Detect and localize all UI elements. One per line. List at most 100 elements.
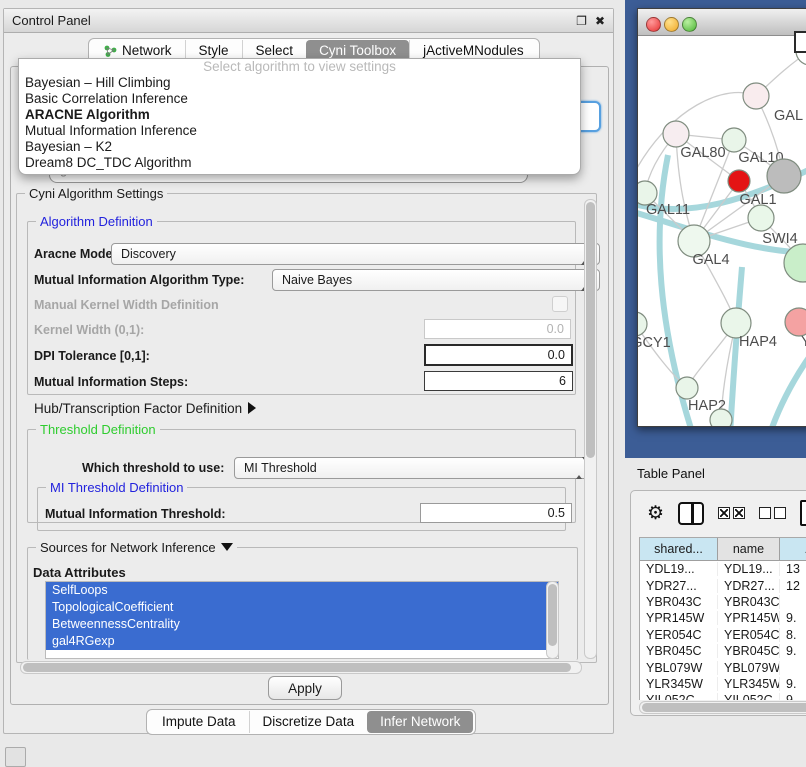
mi-type-value: Naive Bayes [282, 273, 352, 287]
mi-steps-label: Mutual Information Steps: [34, 375, 188, 389]
table-row[interactable]: YBL079W YBL079W [640, 659, 806, 675]
close-icon[interactable]: ✖ [595, 15, 605, 27]
table-row[interactable]: YPR145W YPR145W 9. [640, 610, 806, 626]
attribute-item[interactable]: SelfLoops [46, 582, 558, 599]
attributes-scrollbar[interactable] [546, 581, 559, 659]
close-traffic-light[interactable] [646, 17, 661, 32]
network-window-titlebar[interactable] [638, 9, 806, 36]
table-row[interactable]: YBR045C YBR045C 9. [640, 643, 806, 659]
network-node-label: GAL11 [646, 202, 690, 218]
dropdown-item[interactable]: ARACNE Algorithm [19, 107, 580, 123]
deselect-all-icon[interactable] [759, 507, 786, 519]
hub-definition-toggle[interactable]: Hub/Transcription Factor Definition [34, 401, 256, 416]
dropdown-item[interactable]: Bayesian – Hill Climbing [19, 75, 580, 91]
tab-impute-data[interactable]: Impute Data [149, 711, 249, 733]
manual-kernel-checkbox[interactable] [552, 296, 568, 312]
tab-infer-network[interactable]: Infer Network [367, 711, 473, 733]
network-window: GALGAL80GAL10GAL1GAL11SWI4GAL4GCY1HAP4YH… [637, 8, 806, 427]
network-node-label: GAL [774, 108, 803, 124]
threshold-definition-title: Threshold Definition [36, 422, 160, 437]
data-attributes-list[interactable]: SelfLoopsTopologicalCoefficientBetweenne… [45, 581, 559, 659]
table-row[interactable]: YDL19... YDL19... 13 [640, 561, 806, 577]
table-row[interactable]: YDR27... YDR27... 12 [640, 577, 806, 593]
network-canvas[interactable]: GALGAL80GAL10GAL1GAL11SWI4GAL4GCY1HAP4YH… [638, 35, 806, 426]
table-panel-region: Table Panel ⚙ shared... name A YDL19... … [625, 458, 806, 762]
export-table-icon[interactable] [800, 500, 806, 526]
table-row[interactable]: YLR345W YLR345W 9. [640, 676, 806, 692]
kernel-width-label: Kernel Width (0,1): [34, 323, 144, 337]
sources-title-toggle[interactable]: Sources for Network Inference [36, 540, 237, 555]
dropdown-item[interactable]: Basic Correlation Inference [19, 91, 580, 107]
network-node [638, 312, 647, 336]
attribute-item[interactable]: gal4RGexp [46, 633, 558, 650]
mi-steps-field[interactable]: 6 [424, 371, 573, 391]
network-node-label: HAP4 [739, 334, 777, 350]
settings-horizontal-scrollbar[interactable] [20, 661, 582, 674]
network-node [767, 159, 801, 193]
which-threshold-value: MI Threshold [244, 461, 317, 475]
node-table: shared... name A YDL19... YDL19... 13 YD… [639, 537, 806, 700]
table-row[interactable]: YIL052C YIL052C 9 [640, 692, 806, 700]
float-window-icon[interactable]: ❐ [576, 15, 587, 27]
mi-threshold-label: Mutual Information Threshold: [45, 507, 226, 521]
aracne-mode-value: Discovery [121, 247, 176, 261]
panel-title: Control Panel [12, 13, 568, 28]
network-node [710, 409, 732, 426]
which-threshold-combo[interactable]: MI Threshold [234, 457, 595, 479]
network-node [743, 83, 769, 109]
table-panel-card: ⚙ shared... name A YDL19... YDL19... 13 [630, 490, 806, 716]
network-node-label: Y [801, 334, 806, 350]
settings-vertical-scrollbar[interactable] [584, 199, 597, 659]
network-overview-box[interactable] [794, 31, 806, 53]
collapsed-panel-icon[interactable] [5, 747, 26, 767]
zoom-traffic-light[interactable] [682, 17, 697, 32]
dropdown-item[interactable]: Bayesian – K2 [19, 139, 580, 155]
column-header-name[interactable]: name [718, 538, 780, 560]
tab-discretize-data[interactable]: Discretize Data [249, 711, 368, 733]
table-horizontal-scrollbar[interactable] [639, 701, 806, 714]
column-header-partial[interactable]: A [780, 538, 806, 560]
chevron-right-icon [248, 402, 256, 414]
mi-threshold-title: MI Threshold Definition [46, 480, 187, 495]
dropdown-item-list: Bayesian – Hill ClimbingBasic Correlatio… [19, 75, 580, 171]
mi-type-combo[interactable]: Naive Bayes [272, 269, 600, 291]
tab-network-label: Network [122, 43, 172, 58]
select-all-icon[interactable] [718, 507, 745, 519]
sources-title: Sources for Network Inference [40, 540, 216, 555]
which-threshold-label: Which threshold to use: [82, 461, 224, 475]
table-header-row: shared... name A [640, 538, 806, 561]
table-toolbar: ⚙ [631, 491, 806, 535]
table-body: YDL19... YDL19... 13 YDR27... YDR27... 1… [640, 561, 806, 700]
hub-definition-label: Hub/Transcription Factor Definition [34, 401, 242, 416]
mi-threshold-field[interactable]: 0.5 [420, 503, 572, 523]
network-node [785, 308, 806, 336]
data-attributes-label: Data Attributes [33, 565, 126, 580]
network-node-label: GAL80 [680, 145, 725, 161]
attribute-item[interactable]: TopologicalCoefficient [46, 599, 558, 616]
aracne-mode-combo[interactable]: Discovery [111, 243, 600, 265]
network-node [676, 377, 698, 399]
column-header-shared[interactable]: shared... [640, 538, 718, 560]
algorithm-definition-title: Algorithm Definition [36, 214, 157, 229]
network-node-label: GCY1 [638, 335, 671, 351]
table-row[interactable]: YBR043C YBR043C [640, 594, 806, 610]
dropdown-item[interactable]: Mutual Information Inference [19, 123, 580, 139]
cyni-settings-title: Cyni Algorithm Settings [25, 186, 167, 201]
manual-kernel-label: Manual Kernel Width Definition [34, 298, 219, 312]
kernel-width-field[interactable]: 0.0 [424, 319, 571, 339]
minimize-traffic-light[interactable] [664, 17, 679, 32]
network-node [748, 205, 774, 231]
dpi-tolerance-label: DPI Tolerance [0,1]: [34, 349, 150, 363]
gear-icon[interactable]: ⚙ [647, 504, 664, 523]
attribute-item[interactable]: BetweennessCentrality [46, 616, 558, 633]
column-selector-icon[interactable] [678, 502, 704, 525]
mi-type-label: Mutual Information Algorithm Type: [34, 273, 244, 287]
aracne-mode-label: Aracne Mode: [34, 247, 117, 261]
network-node [728, 170, 750, 192]
dpi-tolerance-field[interactable]: 0.0 [424, 344, 573, 366]
desktop-background: GALGAL80GAL10GAL1GAL11SWI4GAL4GCY1HAP4YH… [625, 0, 806, 458]
table-row[interactable]: YER054C YER054C 8. [640, 627, 806, 643]
dropdown-item[interactable]: Dream8 DC_TDC Algorithm [19, 155, 580, 171]
dropdown-placeholder: Select algorithm to view settings [19, 59, 580, 75]
apply-button[interactable]: Apply [268, 676, 342, 700]
